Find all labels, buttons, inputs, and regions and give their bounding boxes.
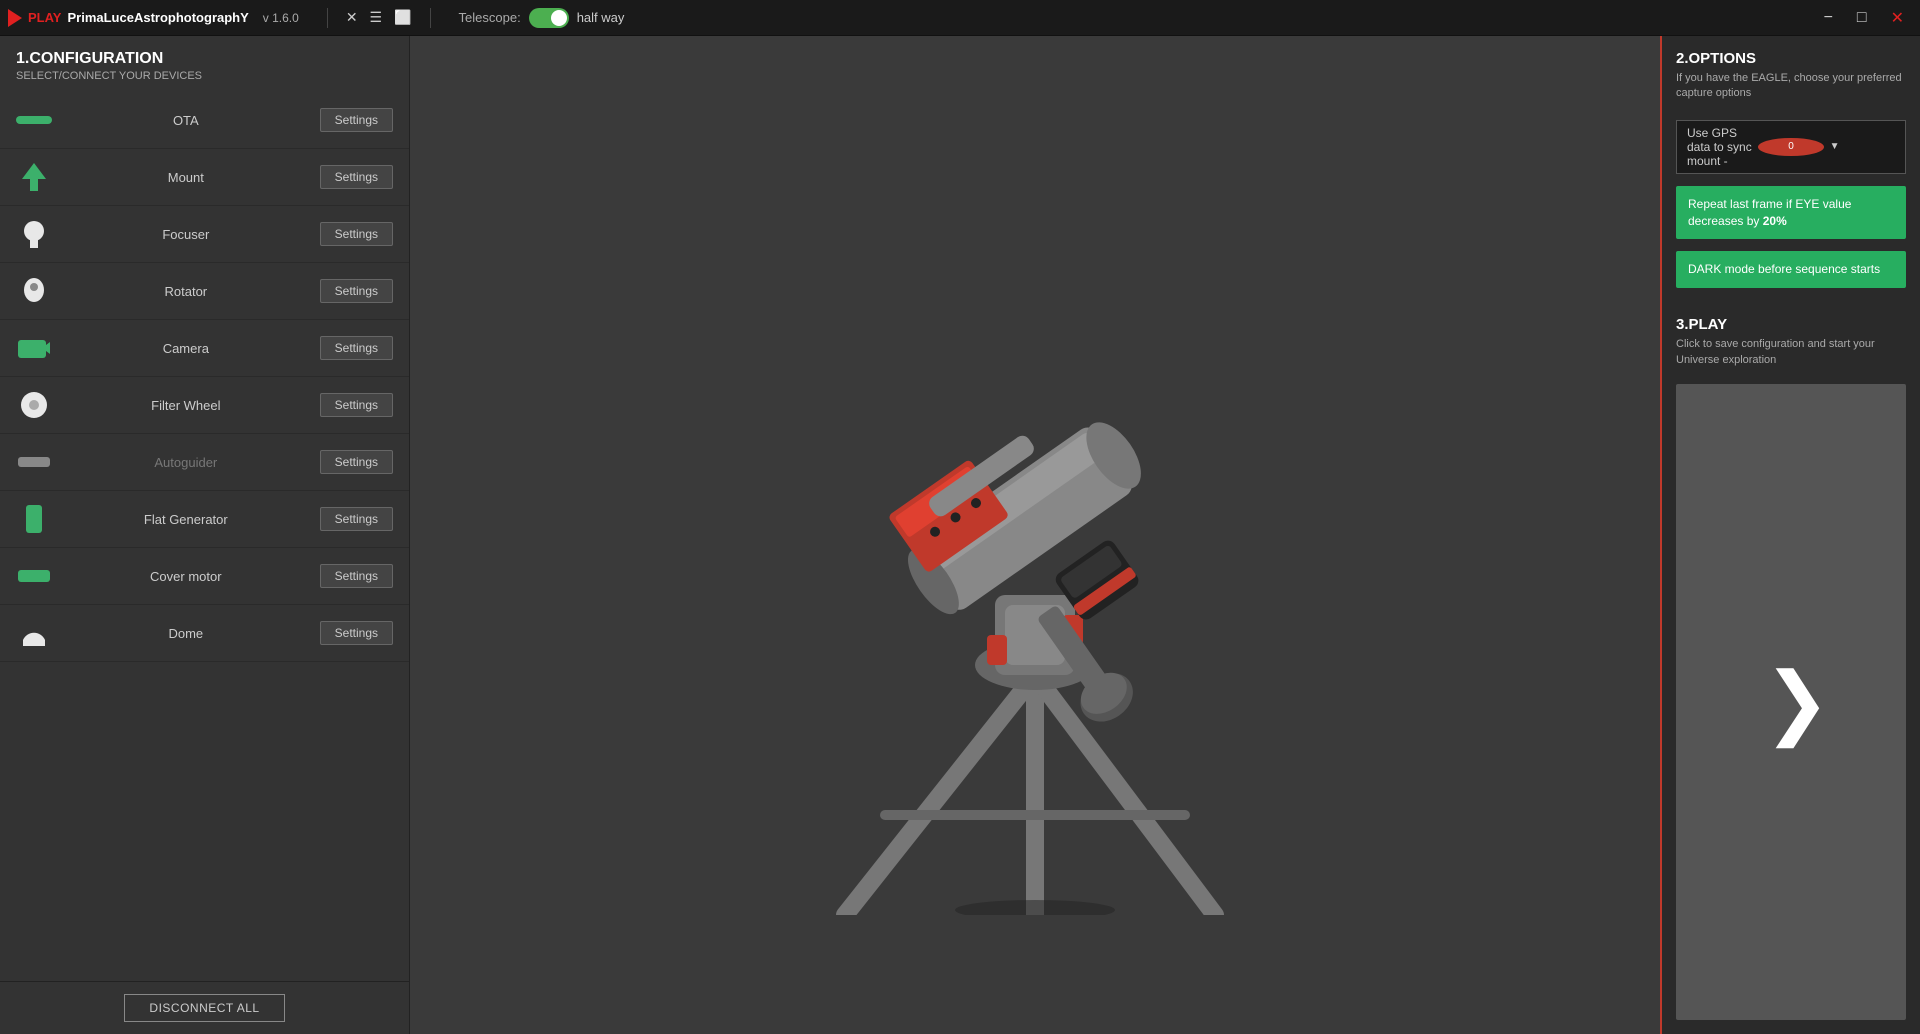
- filter-wheel-icon: [16, 387, 52, 423]
- disconnect-all-button[interactable]: DISCONNECT ALL: [124, 994, 284, 1022]
- toggle-thumb: [551, 10, 567, 26]
- telescope-illustration: [725, 155, 1345, 915]
- repeat-frame-bold: 20%: [1763, 214, 1787, 228]
- filter-wheel-label: Filter Wheel: [52, 398, 320, 413]
- cover-motor-settings-button[interactable]: Settings: [320, 564, 393, 588]
- focuser-settings-button[interactable]: Settings: [320, 222, 393, 246]
- play-start-button[interactable]: ❯: [1676, 384, 1906, 1020]
- camera-settings-button[interactable]: Settings: [320, 336, 393, 360]
- device-row-flat-generator: Flat Generator Settings: [0, 491, 409, 548]
- config-section-subtitle: SELECT/CONNECT YOUR DEVICES: [0, 70, 409, 92]
- rotator-icon: [16, 273, 52, 309]
- device-row-camera: Camera Settings: [0, 320, 409, 377]
- disconnect-bar: DISCONNECT ALL: [0, 981, 409, 1034]
- gps-dropdown[interactable]: Use GPS data to sync mount - 0 ▼: [1676, 120, 1906, 174]
- device-row-focuser: Focuser Settings: [0, 206, 409, 263]
- repeat-frame-button[interactable]: Repeat last frame if EYE value decreases…: [1676, 186, 1906, 240]
- dark-mode-label: DARK mode before sequence starts: [1688, 262, 1880, 276]
- save-icon[interactable]: ⬜: [388, 7, 417, 28]
- dark-mode-button[interactable]: DARK mode before sequence starts: [1676, 251, 1906, 288]
- device-row-ota: OTA Settings: [0, 92, 409, 149]
- app-play-label: PLAY: [28, 10, 61, 25]
- dome-icon: [16, 615, 52, 651]
- autoguider-icon: [16, 444, 52, 480]
- window-controls: − □ ✕: [1816, 6, 1912, 30]
- device-list: OTA Settings Mount Settings Focuser Sett…: [0, 92, 409, 981]
- left-panel: 1.CONFIGURATION SELECT/CONNECT YOUR DEVI…: [0, 36, 410, 1034]
- device-row-autoguider: Autoguider Settings: [0, 434, 409, 491]
- device-row-dome: Dome Settings: [0, 605, 409, 662]
- close-button[interactable]: ✕: [1883, 6, 1912, 30]
- device-row-mount: Mount Settings: [0, 149, 409, 206]
- mount-settings-button[interactable]: Settings: [320, 165, 393, 189]
- config-section-title: 1.CONFIGURATION: [0, 36, 409, 70]
- gps-chevron-icon: ▼: [1830, 141, 1895, 152]
- focuser-label: Focuser: [52, 227, 320, 242]
- camera-label: Camera: [52, 341, 320, 356]
- toggle-track[interactable]: [529, 8, 569, 28]
- play-chevron-icon: ❯: [1763, 662, 1830, 742]
- focuser-icon: [16, 216, 52, 252]
- titlebar-separator2: [430, 8, 431, 28]
- mount-label: Mount: [52, 170, 320, 185]
- autoguider-settings-button[interactable]: Settings: [320, 450, 393, 474]
- play-logo-icon: [8, 9, 22, 27]
- options-title: 2.OPTIONS: [1676, 50, 1906, 67]
- filter-wheel-settings-button[interactable]: Settings: [320, 393, 393, 417]
- flat-generator-settings-button[interactable]: Settings: [320, 507, 393, 531]
- center-panel: [410, 36, 1660, 1034]
- flat-generator-label: Flat Generator: [52, 512, 320, 527]
- camera-icon: [16, 330, 52, 366]
- ota-icon: [16, 102, 52, 138]
- options-desc: If you have the EAGLE, choose your prefe…: [1676, 71, 1906, 102]
- rotator-settings-button[interactable]: Settings: [320, 279, 393, 303]
- right-panel: 2.OPTIONS If you have the EAGLE, choose …: [1660, 36, 1920, 1034]
- mount-icon: [16, 159, 52, 195]
- ota-settings-button[interactable]: Settings: [320, 108, 393, 132]
- dome-label: Dome: [52, 626, 320, 641]
- device-row-cover-motor: Cover motor Settings: [0, 548, 409, 605]
- flat-generator-icon: [16, 501, 52, 537]
- cursor-icon[interactable]: ✕: [340, 7, 364, 28]
- cover-motor-label: Cover motor: [52, 569, 320, 584]
- app-version-label: v 1.6.0: [263, 11, 299, 25]
- autoguider-label: Autoguider: [52, 455, 320, 470]
- dome-settings-button[interactable]: Settings: [320, 621, 393, 645]
- titlebar-separator: [327, 8, 328, 28]
- app-brand-label: PrimaLuceAstrophotographY: [67, 10, 248, 25]
- telescope-status: half way: [577, 10, 625, 25]
- device-row-filter-wheel: Filter Wheel Settings: [0, 377, 409, 434]
- cover-motor-icon: [16, 558, 52, 594]
- play-section-desc: Click to save configuration and start yo…: [1676, 337, 1906, 368]
- minimize-button[interactable]: −: [1816, 7, 1841, 29]
- telescope-label: Telescope:: [459, 10, 521, 25]
- titlebar: PLAY PrimaLuceAstrophotographY v 1.6.0 ✕…: [0, 0, 1920, 36]
- menu-icon[interactable]: ☰: [364, 7, 389, 28]
- app-logo: PLAY PrimaLuceAstrophotographY v 1.6.0: [8, 9, 299, 27]
- main-content: 1.CONFIGURATION SELECT/CONNECT YOUR DEVI…: [0, 36, 1920, 1034]
- ota-label: OTA: [52, 113, 320, 128]
- gps-badge: 0: [1758, 138, 1823, 156]
- device-row-rotator: Rotator Settings: [0, 263, 409, 320]
- telescope-toggle[interactable]: [529, 8, 569, 28]
- maximize-button[interactable]: □: [1849, 7, 1875, 29]
- play-section-title: 3.PLAY: [1676, 316, 1906, 333]
- rotator-label: Rotator: [52, 284, 320, 299]
- gps-label: Use GPS data to sync mount -: [1687, 126, 1752, 168]
